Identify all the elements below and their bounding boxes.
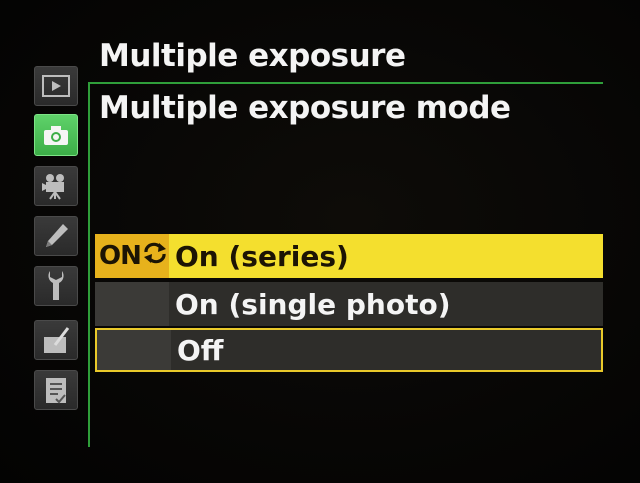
menu-sidebar (28, 58, 90, 428)
on-series-badge: ON (99, 241, 169, 272)
sidebar-item-movie[interactable] (34, 166, 78, 206)
option-label: Off (177, 333, 224, 367)
sidebar-item-shooting[interactable] (34, 114, 78, 156)
camera-menu-screen: Multiple exposure Multiple exposure mode… (0, 0, 640, 483)
camera-icon (41, 123, 71, 147)
playback-icon (41, 74, 71, 98)
sidebar-item-my-menu[interactable] (34, 370, 78, 410)
sidebar-item-retouch[interactable] (34, 320, 78, 360)
sidebar-item-setup[interactable] (34, 266, 78, 306)
menu-frame-top (88, 82, 603, 84)
option-icon-cell: ON (95, 234, 169, 278)
wrench-icon (41, 269, 71, 303)
menu-frame-left (88, 82, 90, 447)
repeat-icon (141, 241, 169, 272)
menu-subtitle: Multiple exposure mode (99, 90, 511, 126)
option-on-single-photo[interactable]: On (single photo) (95, 282, 603, 326)
option-label: On (single photo) (175, 287, 451, 321)
option-icon-cell (95, 282, 169, 326)
movie-icon (40, 172, 72, 200)
retouch-icon (41, 325, 71, 355)
sidebar-item-custom-settings[interactable] (34, 216, 78, 256)
option-off[interactable]: Off (95, 328, 603, 372)
on-badge-text: ON (99, 241, 142, 271)
option-icon-cell (97, 330, 171, 370)
my-menu-icon (41, 375, 71, 405)
sidebar-item-playback[interactable] (34, 66, 78, 106)
pencil-icon (41, 221, 71, 251)
option-label: On (series) (175, 239, 349, 273)
option-on-series[interactable]: ON On (series) (95, 234, 603, 278)
menu-title: Multiple exposure (99, 38, 406, 74)
